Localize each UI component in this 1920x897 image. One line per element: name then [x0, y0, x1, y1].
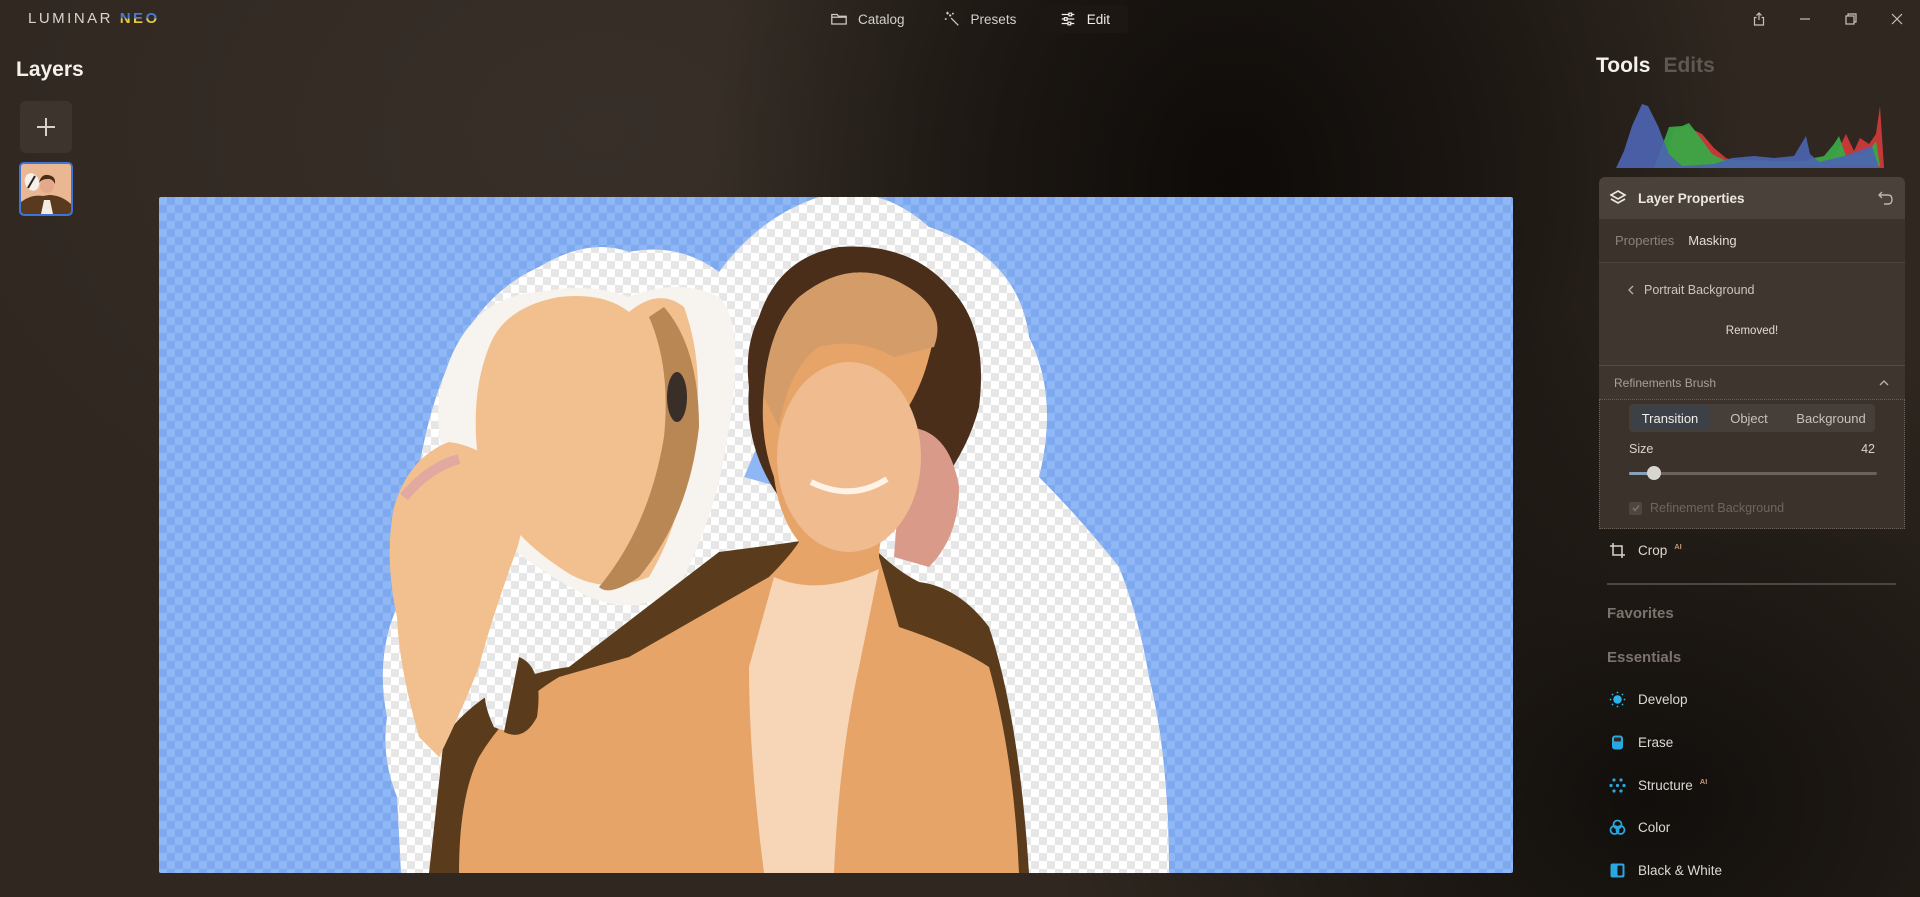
- folder-icon: [831, 13, 847, 25]
- chevron-left-icon: [1628, 285, 1634, 295]
- portrait-background-label: Portrait Background: [1644, 283, 1755, 297]
- layer-properties-subtabs: Properties Masking: [1599, 219, 1905, 262]
- mode-presets[interactable]: Presets: [929, 5, 1031, 33]
- app-logo: LUMINAR NEO: [28, 10, 160, 27]
- close-button[interactable]: [1874, 0, 1920, 38]
- structure-label: Structure: [1638, 778, 1693, 793]
- erase-label: Erase: [1638, 735, 1674, 750]
- tab-edits[interactable]: Edits: [1663, 54, 1714, 78]
- tool-develop[interactable]: Develop: [1609, 691, 1688, 708]
- right-panel-tabs: Tools Edits: [1596, 54, 1715, 78]
- size-slider[interactable]: [1629, 466, 1877, 480]
- tab-tools[interactable]: Tools: [1596, 54, 1650, 78]
- dots-grid-icon: [1609, 778, 1626, 793]
- removed-status: Removed!: [1725, 325, 1779, 337]
- size-slider-track: [1629, 472, 1877, 475]
- plus-icon: [37, 118, 55, 136]
- eraser-icon: [1612, 735, 1623, 750]
- mode-catalog-label: Catalog: [858, 11, 905, 27]
- face-mask-overlay: [777, 362, 921, 552]
- tool-color[interactable]: Color: [1609, 819, 1670, 836]
- tool-erase[interactable]: Erase: [1609, 734, 1673, 751]
- histogram: [1616, 104, 1884, 168]
- favorites-section-title[interactable]: Favorites: [1607, 605, 1674, 622]
- mode-presets-label: Presets: [970, 11, 1017, 27]
- color-label: Color: [1638, 820, 1671, 835]
- tool-crop[interactable]: Crop AI: [1609, 542, 1682, 559]
- brush-mode-object[interactable]: Object: [1709, 406, 1789, 430]
- portrait-background-back-button[interactable]: Portrait Background: [1627, 283, 1754, 297]
- mode-edit[interactable]: Edit: [1040, 5, 1129, 33]
- minimize-button[interactable]: [1782, 0, 1828, 38]
- minimize-icon: [1800, 18, 1810, 20]
- size-value: 42: [1861, 442, 1875, 456]
- mode-catalog[interactable]: Catalog: [816, 5, 919, 33]
- logo-primary: LUMINAR: [28, 10, 114, 27]
- share-icon: [1753, 12, 1765, 26]
- subtab-properties[interactable]: Properties: [1615, 233, 1674, 248]
- title-bar: LUMINAR NEO Catalog Presets Edit: [0, 0, 1920, 38]
- logo-secondary: NEO: [119, 10, 160, 27]
- undo-icon[interactable]: [1877, 189, 1895, 207]
- tool-structure[interactable]: Structure AI: [1609, 777, 1707, 794]
- masked-photo: [382, 197, 1169, 873]
- refinements-brush-body: Transition Object Background Size 42 Ref…: [1599, 399, 1905, 529]
- checkmark-icon: [1631, 505, 1640, 512]
- share-button[interactable]: [1736, 0, 1782, 38]
- sun-icon: [1609, 691, 1626, 708]
- refinement-background-label: Refinement Background: [1650, 501, 1785, 515]
- layer-properties-header[interactable]: Layer Properties: [1599, 177, 1905, 219]
- refinements-brush-title: Refinements Brush: [1614, 375, 1717, 390]
- refinement-background-checkbox[interactable]: [1629, 501, 1642, 515]
- mode-switcher: Catalog Presets Edit: [816, 5, 1129, 33]
- sliders-icon: [1061, 12, 1074, 26]
- layers-icon: [1609, 190, 1627, 204]
- tool-black-white[interactable]: Black & White: [1609, 862, 1722, 879]
- close-icon: [1891, 13, 1903, 25]
- size-row: Size 42: [1629, 442, 1875, 456]
- restore-button[interactable]: [1828, 0, 1874, 38]
- chevron-up-icon: [1879, 379, 1889, 385]
- layers-title: Layers: [16, 58, 84, 81]
- brush-mode-background[interactable]: Background: [1789, 406, 1873, 430]
- brush-mode-transition[interactable]: Transition: [1631, 406, 1709, 430]
- crop-ai-badge: AI: [1674, 542, 1682, 551]
- color-circles-icon: [1609, 819, 1626, 835]
- layer-properties-panel: Layer Properties Properties Masking Port…: [1599, 177, 1905, 529]
- crop-label: Crop: [1638, 543, 1668, 558]
- essentials-section-title[interactable]: Essentials: [1607, 649, 1681, 666]
- size-label: Size: [1629, 442, 1654, 456]
- bw-square-icon: [1610, 863, 1625, 878]
- restore-icon: [1845, 13, 1857, 25]
- magic-wand-icon: [944, 11, 959, 26]
- image-canvas[interactable]: [159, 197, 1513, 873]
- subtab-masking[interactable]: Masking: [1688, 233, 1736, 248]
- add-layer-button[interactable]: [20, 101, 72, 153]
- layer-thumbnail[interactable]: [19, 162, 73, 216]
- crop-icon: [1610, 543, 1625, 558]
- section-divider: [1607, 583, 1896, 585]
- develop-label: Develop: [1638, 692, 1688, 707]
- refinement-background-option: Refinement Background: [1629, 501, 1784, 515]
- layer-properties-title: Layer Properties: [1638, 190, 1745, 206]
- refinements-brush-header[interactable]: Refinements Brush: [1599, 365, 1905, 399]
- mode-edit-label: Edit: [1086, 11, 1110, 27]
- brush-mode-selector: Transition Object Background: [1629, 404, 1875, 432]
- layer-thumbnail-image: [21, 164, 71, 214]
- structure-ai-badge: AI: [1699, 777, 1708, 786]
- window-controls: [1736, 0, 1920, 38]
- histogram-blue: [1616, 104, 1879, 168]
- size-slider-thumb[interactable]: [1647, 466, 1661, 480]
- black-white-label: Black & White: [1638, 863, 1723, 878]
- masking-section: Portrait Background Removed!: [1599, 262, 1905, 365]
